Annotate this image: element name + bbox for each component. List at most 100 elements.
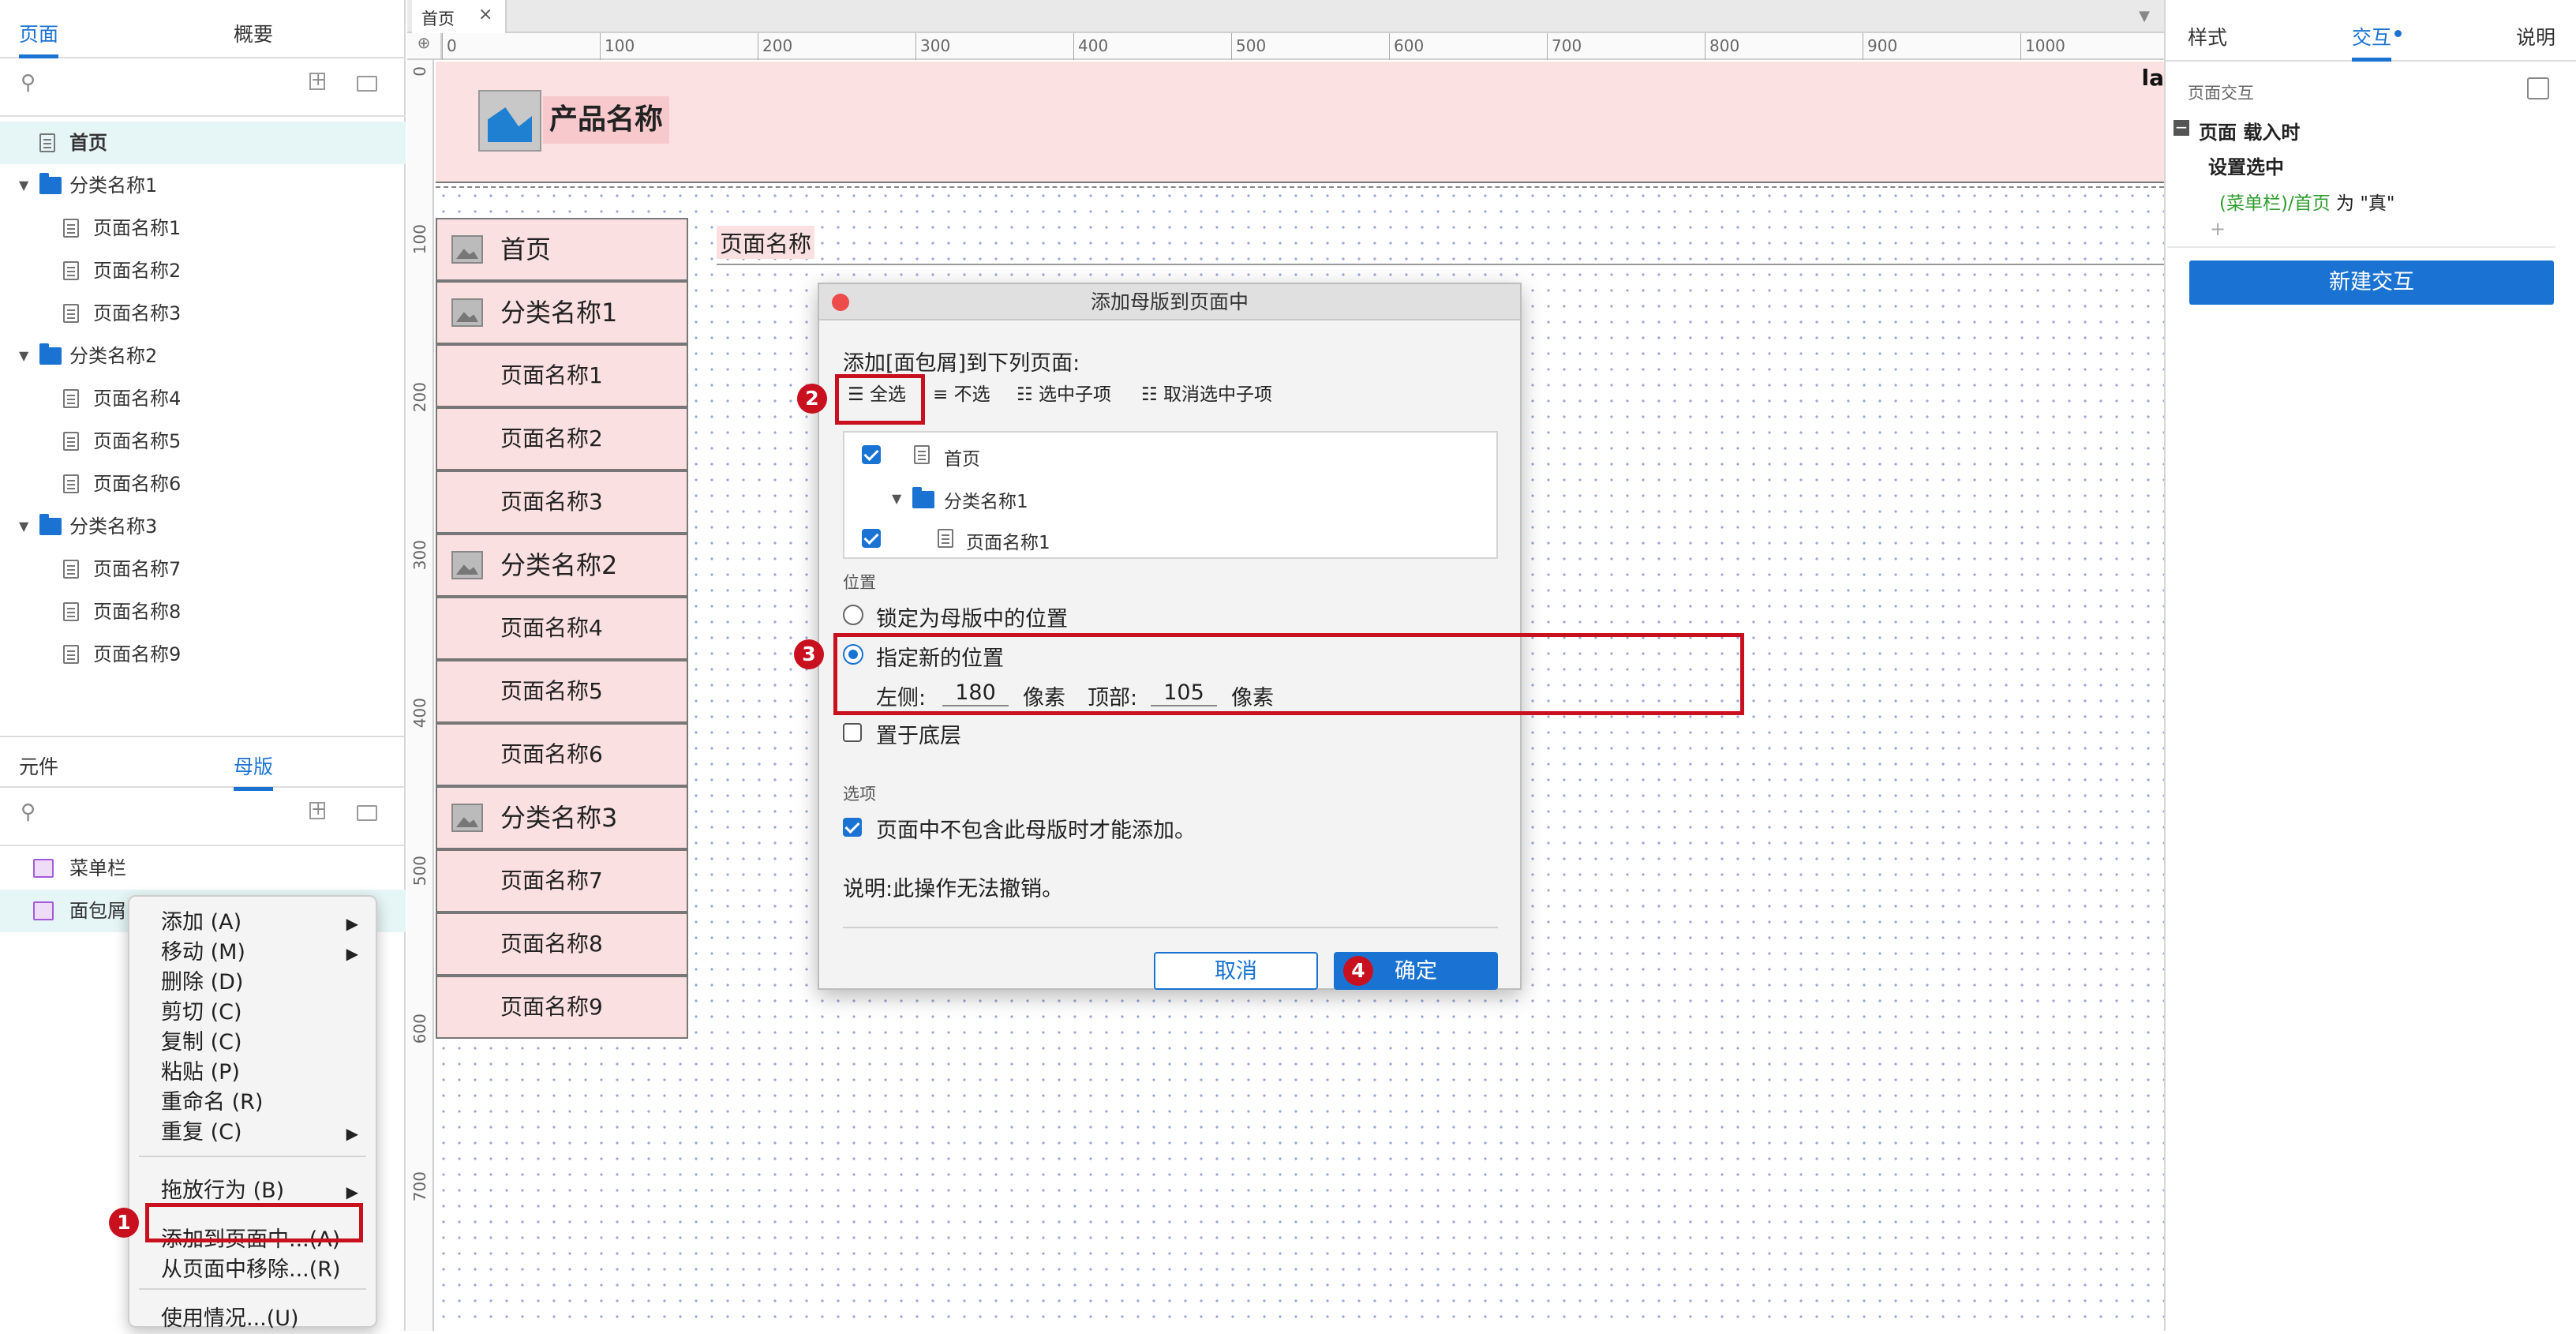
caret-down-icon[interactable]: ▼ (892, 491, 901, 506)
breadcrumb-label[interactable]: 页面名称 (717, 226, 815, 259)
tree-page[interactable]: 页面名称8 (0, 590, 406, 633)
menu-item[interactable]: 重复 (C) (161, 1118, 242, 1148)
tab-outline[interactable]: 概要 (234, 19, 273, 47)
search-icon[interactable]: ⚲ (21, 71, 36, 95)
caret-down-icon[interactable]: ▼ (19, 505, 28, 548)
menubar-item[interactable]: 页面名称1 (436, 344, 688, 407)
menubar-item[interactable]: 页面名称6 (436, 723, 688, 786)
menubar-item[interactable]: 页面名称3 (436, 470, 688, 534)
add-folder-icon[interactable] (357, 76, 377, 92)
submenu-arrow-icon: ▶ (346, 1182, 358, 1201)
tab-style[interactable]: 样式 (2188, 22, 2227, 51)
menubar-item[interactable]: 页面名称2 (436, 407, 688, 470)
menu-item[interactable]: 拖放行为 (B) (161, 1176, 284, 1206)
cancel-button[interactable]: 取消 (1154, 952, 1318, 990)
header-master[interactable]: 产品名称 la (436, 62, 2164, 183)
chevron-down-icon[interactable]: ▼ (2139, 8, 2150, 24)
highlight-select-all (835, 374, 925, 425)
add-action-icon[interactable]: + (2210, 218, 2226, 240)
tab-widgets[interactable]: 元件 (19, 751, 58, 780)
tree-row[interactable]: ▼ 分类名称1 (844, 478, 1496, 518)
menu-item[interactable]: 使用情况...(U) (161, 1304, 299, 1334)
deselect-children-button[interactable]: ☷ 取消选中子项 (1141, 380, 1272, 409)
radio-lock-position[interactable] (843, 605, 863, 625)
menubar-item[interactable]: 页面名称9 (436, 976, 688, 1039)
ruler-label: 500 (1236, 36, 1267, 55)
master-item-menubar[interactable]: 菜单栏 (0, 847, 406, 890)
event-label[interactable]: 页面 载入时 (2199, 117, 2300, 144)
tree-row[interactable]: 页面名称1 (844, 521, 1496, 560)
tab-home[interactable]: 首页 × (412, 0, 507, 33)
menu-item[interactable]: 复制 (C) (161, 1028, 242, 1058)
tree-label: 页面名称7 (93, 558, 182, 580)
tree-row[interactable]: 首页 (844, 436, 1496, 475)
tab-interactions[interactable]: 交互 (2352, 22, 2392, 62)
tree-page[interactable]: 页面名称3 (0, 292, 406, 335)
search-icon[interactable]: ⚲ (21, 800, 36, 824)
collapse-minus-icon[interactable]: − (2174, 119, 2189, 136)
checkbox-only-if-missing[interactable] (843, 818, 862, 837)
add-master-icon[interactable]: + (309, 801, 325, 819)
menubar-item[interactable]: 页面名称8 (436, 912, 688, 976)
menu-item[interactable]: 剪切 (C) (161, 998, 242, 1028)
menubar-item[interactable]: 首页 (436, 218, 688, 281)
menubar-item[interactable]: 页面名称5 (436, 660, 688, 723)
tree-folder[interactable]: ▼ 分类名称3 (0, 505, 406, 548)
close-icon[interactable]: × (478, 5, 492, 24)
menu-item[interactable]: 删除 (D) (161, 968, 243, 998)
tree-page[interactable]: 页面名称9 (0, 633, 406, 676)
dialog-divider (843, 927, 1498, 928)
tree-folder[interactable]: ▼ 分类名称2 (0, 335, 406, 377)
add-page-icon[interactable]: + (309, 72, 325, 90)
tree-page[interactable]: 首页 (0, 122, 406, 164)
checkbox-bottom-layer[interactable] (843, 723, 862, 742)
menu-item[interactable]: 重命名 (R) (161, 1088, 263, 1118)
new-interaction-button[interactable]: 新建交互 (2189, 260, 2554, 305)
tree-page[interactable]: 页面名称5 (0, 420, 406, 463)
tree-folder[interactable]: ▼ 分类名称1 (0, 164, 406, 207)
dialog-title: 添加母版到页面中 (1090, 290, 1249, 313)
select-none-button[interactable]: ≡ 不选 (933, 380, 990, 409)
tree-page[interactable]: 页面名称7 (0, 548, 406, 590)
tree-page[interactable]: 页面名称1 (0, 207, 406, 249)
menubar-item[interactable]: 页面名称4 (436, 597, 688, 660)
caret-down-icon[interactable]: ▼ (19, 164, 28, 207)
collapse-icon[interactable] (2527, 77, 2549, 99)
menu-item[interactable]: 从页面中移除...(R) (161, 1255, 341, 1285)
menubar-item[interactable]: 分类名称1 (436, 281, 688, 344)
action-target[interactable]: (菜单栏)/首页 为 "真" (2219, 188, 2394, 215)
menu-item[interactable]: 移动 (M) (161, 938, 245, 968)
tree-page[interactable]: 页面名称2 (0, 249, 406, 292)
checkbox[interactable] (862, 445, 881, 464)
menu-item-label: 删除 (D) (161, 970, 244, 995)
tab-pages[interactable]: 页面 (19, 19, 59, 58)
menu-item-label: 复制 (C) (161, 1030, 242, 1055)
folder-icon (39, 173, 62, 194)
action-label[interactable]: 设置选中 (2208, 152, 2284, 179)
menu-item[interactable]: 添加 (A) (161, 908, 242, 938)
menubar-item[interactable]: 分类名称3 (436, 786, 688, 849)
close-icon[interactable] (832, 294, 849, 311)
ruler-label: 400 (1078, 36, 1109, 55)
image-placeholder-icon (451, 235, 483, 264)
status-dot-icon (2394, 30, 2402, 37)
add-folder-icon[interactable] (357, 805, 377, 821)
ruler-label: 900 (1867, 36, 1898, 55)
tree-label: 分类名称1 (69, 174, 158, 197)
tab-masters[interactable]: 母版 (234, 751, 274, 791)
caret-down-icon[interactable]: ▼ (19, 335, 28, 377)
select-children-button[interactable]: ☷ 选中子项 (1017, 380, 1111, 409)
menubar-item[interactable]: 页面名称7 (436, 849, 688, 912)
tree-page[interactable]: 页面名称6 (0, 463, 406, 505)
folder-icon (39, 514, 62, 535)
tree-page[interactable]: 页面名称4 (0, 377, 406, 420)
tree-label: 页面名称1 (93, 217, 182, 239)
menu-item[interactable]: 粘贴 (P) (161, 1058, 240, 1088)
page-icon (914, 445, 930, 464)
step-badge-1: 1 (109, 1208, 139, 1238)
menubar-item[interactable]: 分类名称2 (436, 534, 688, 597)
tree-label: 分类名称2 (69, 345, 158, 367)
checkbox[interactable] (862, 529, 881, 548)
dialog-title-bar: 添加母版到页面中 (819, 284, 1520, 320)
tab-notes[interactable]: 说明 (2516, 22, 2555, 51)
